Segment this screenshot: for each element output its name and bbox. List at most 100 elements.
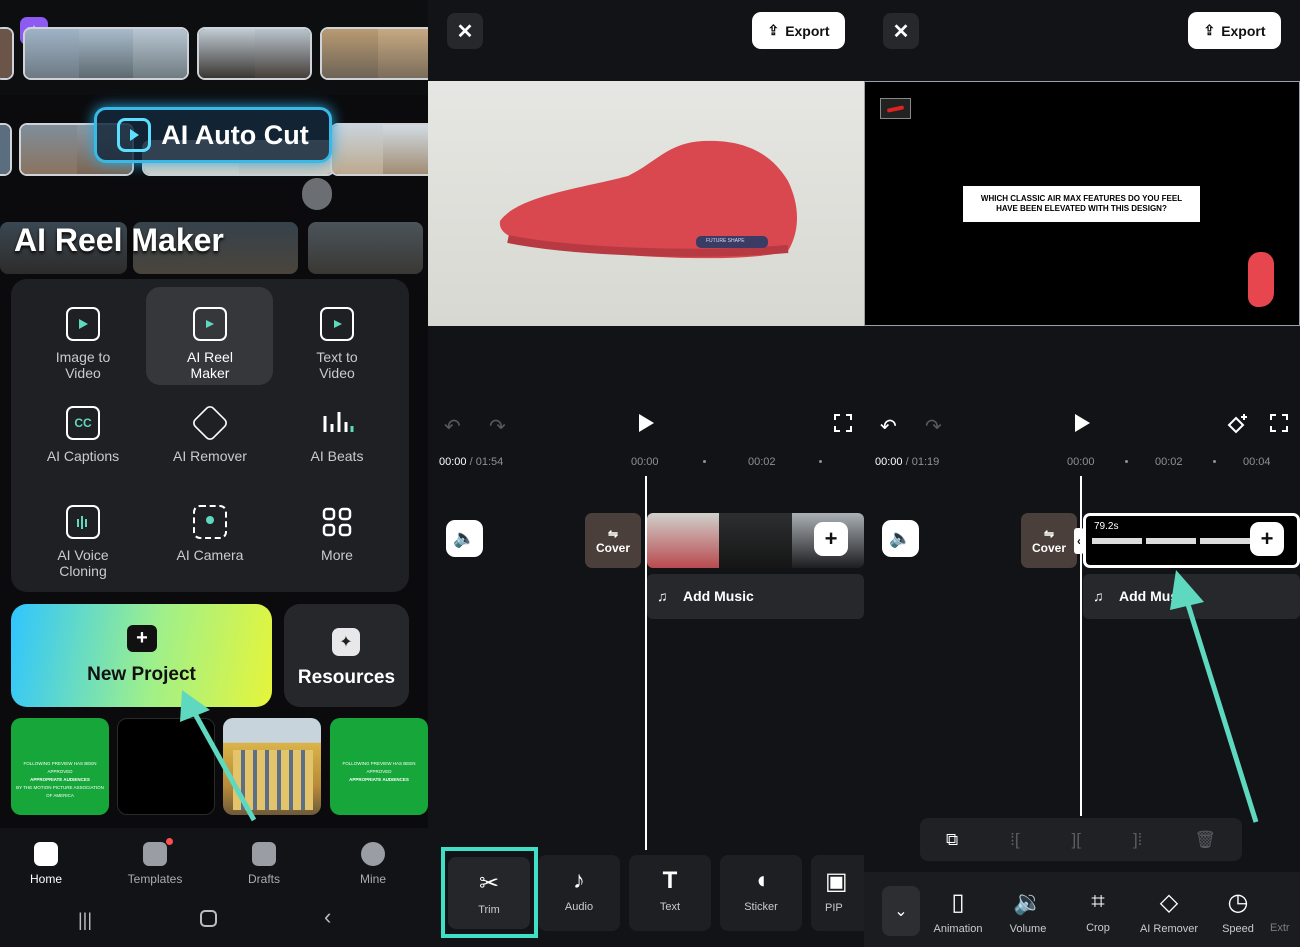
draft-text: APPROPRIATE AUDIENCES [30,777,90,782]
delete-icon[interactable]: 🗑 [1194,830,1216,850]
time-readout: 00:00 / 01:54 [439,456,503,468]
tool-animation[interactable]: ▯ Animation [928,888,988,935]
shoe-image [499,140,797,259]
tool-speed[interactable]: ◷ Speed [1208,888,1268,935]
keyframe-button[interactable] [1224,412,1250,442]
fullscreen-icon [834,414,852,432]
export-button[interactable]: ⇪ Export [752,12,845,49]
nav-mine[interactable]: Mine [333,842,413,886]
fullscreen-button[interactable] [833,413,853,439]
add-music-track[interactable]: ♫ Add Music [647,574,864,619]
hero-thumb [330,123,428,176]
ai-auto-cut-banner[interactable]: AI Auto Cut [94,107,332,163]
close-button[interactable]: ✕ [883,13,919,49]
add-clip-button[interactable]: + [1250,522,1284,556]
tool-crop[interactable]: ⌗ Crop [1068,888,1128,934]
tick-dot [819,460,822,463]
video-preview[interactable]: WHICH CLASSIC AIR MAX FEATURES DO YOU FE… [864,81,1300,326]
redo-button[interactable]: ↷ [489,414,506,439]
split-left-icon[interactable]: ⁞[ [1010,830,1019,850]
video-preview[interactable]: FUTURE SHAPE [428,81,864,326]
tool-image-to-video[interactable]: Image to Video [23,307,143,381]
close-button[interactable]: ✕ [447,13,483,49]
tool-volume[interactable]: 🔉 Volume [998,888,1058,935]
music-note-icon: ♫ [1093,588,1104,604]
swap-icon: ⇋ [607,526,619,541]
split-right-icon[interactable]: ]⁞ [1133,830,1142,850]
tool-ai-remover[interactable]: AI Remover [150,403,270,464]
clip-left-handle[interactable]: ‹ [1074,528,1084,554]
voice-icon [66,505,100,539]
playhead[interactable] [645,476,647,854]
reel-thumb [308,222,423,274]
tool-label: Cloning [59,563,107,579]
tool-label: Trim [478,904,500,916]
system-recents-button[interactable]: ||| [78,910,92,931]
time-tick: 00:00 [1067,456,1095,468]
cover-button[interactable]: ⇋ Cover [1021,513,1077,568]
split-icon[interactable]: ][ [1072,830,1081,850]
tool-label: Volume [1009,923,1047,935]
tool-label: AI Remover [173,448,247,464]
system-back-button[interactable]: ‹ [324,904,331,930]
tool-text[interactable]: T Text [629,855,711,931]
tool-ai-captions[interactable]: CC AI Captions [23,406,143,464]
total-time: / 01:19 [905,456,940,468]
playhead[interactable] [1080,476,1082,816]
undo-button[interactable]: ↶ [444,414,461,439]
editor-screen-2: ✕ ⇪ Export WHICH CLASSIC AIR MAX FEATURE… [864,0,1300,947]
undo-button[interactable]: ↶ [880,414,897,439]
question-line: WHICH CLASSIC AIR MAX FEATURES DO YOU FE… [980,194,1183,203]
mute-button[interactable]: 🔈 [882,520,919,557]
play-button[interactable] [636,412,656,440]
chevron-down-icon: ⌄ [894,903,908,920]
system-home-button[interactable] [200,910,217,927]
tool-ai-voice-cloning[interactable]: AI Voice Cloning [23,505,143,579]
tool-ai-beats[interactable]: AI Beats [277,406,397,464]
plus-icon: + [127,625,157,652]
time-tick: 00:02 [1155,456,1183,468]
ai-reel-maker-banner[interactable]: AI Reel Maker [0,222,428,274]
tool-ai-remover[interactable]: ◇ AI Remover [1138,888,1200,935]
export-button[interactable]: ⇪ Export [1188,12,1281,49]
tool-extract[interactable]: Extr [1270,888,1300,934]
export-label: Export [1221,22,1266,39]
resources-button[interactable]: ✦ Resources [284,604,409,707]
tool-ai-camera[interactable]: AI Camera [150,505,270,563]
nav-templates[interactable]: Templates [115,838,195,886]
tool-label: AI Remover [1139,923,1199,935]
tool-text-to-video[interactable]: Text to Video [277,307,397,381]
tool-label: AI Camera [176,547,244,563]
nav-home[interactable]: Home [6,842,86,886]
tool-audio[interactable]: ♪ Audio [538,855,620,931]
camera-icon [193,505,227,539]
redo-button[interactable]: ↷ [925,414,942,439]
tick-dot [1125,460,1128,463]
tool-label: AI Voice [57,547,109,563]
duplicate-icon[interactable]: ⧉ [946,830,958,850]
time-tick: 00:04 [1243,456,1271,468]
question-line: HAVE BEEN ELEVATED WITH THIS DESIGN? [996,204,1167,213]
tool-pip[interactable]: ▣ PIP [811,855,864,931]
play-button[interactable] [1072,412,1092,440]
tool-trim[interactable]: ✂ Trim [448,857,530,929]
tool-ai-reel-maker[interactable]: AI Reel Maker [150,307,270,381]
ai-auto-cut-icon [117,118,152,152]
collapse-button[interactable]: ⌄ [882,886,920,936]
tool-label: Video [65,365,101,381]
draft-thumb[interactable]: FOLLOWING PREVIEW HAS BEEN APPROVED APPR… [11,718,109,815]
sticker-icon: ◖ [753,867,769,894]
tool-more[interactable]: More [277,505,397,563]
cover-label: Cover [1031,540,1066,555]
fullscreen-button[interactable] [1269,413,1289,439]
tool-sticker[interactable]: ◖ Sticker [720,855,802,931]
mute-button[interactable]: 🔈 [446,520,483,557]
nav-label: Home [29,872,62,886]
tool-label: More [321,547,353,563]
nav-drafts[interactable]: Drafts [224,842,304,886]
add-clip-button[interactable]: + [814,522,848,556]
tool-label: AI Beats [310,448,364,464]
cover-button[interactable]: ⇋ Cover [585,513,641,568]
hero-thumb [320,27,428,80]
draft-thumb[interactable]: FOLLOWING PREVIEW HAS BEEN APPROVED APPR… [330,718,428,815]
